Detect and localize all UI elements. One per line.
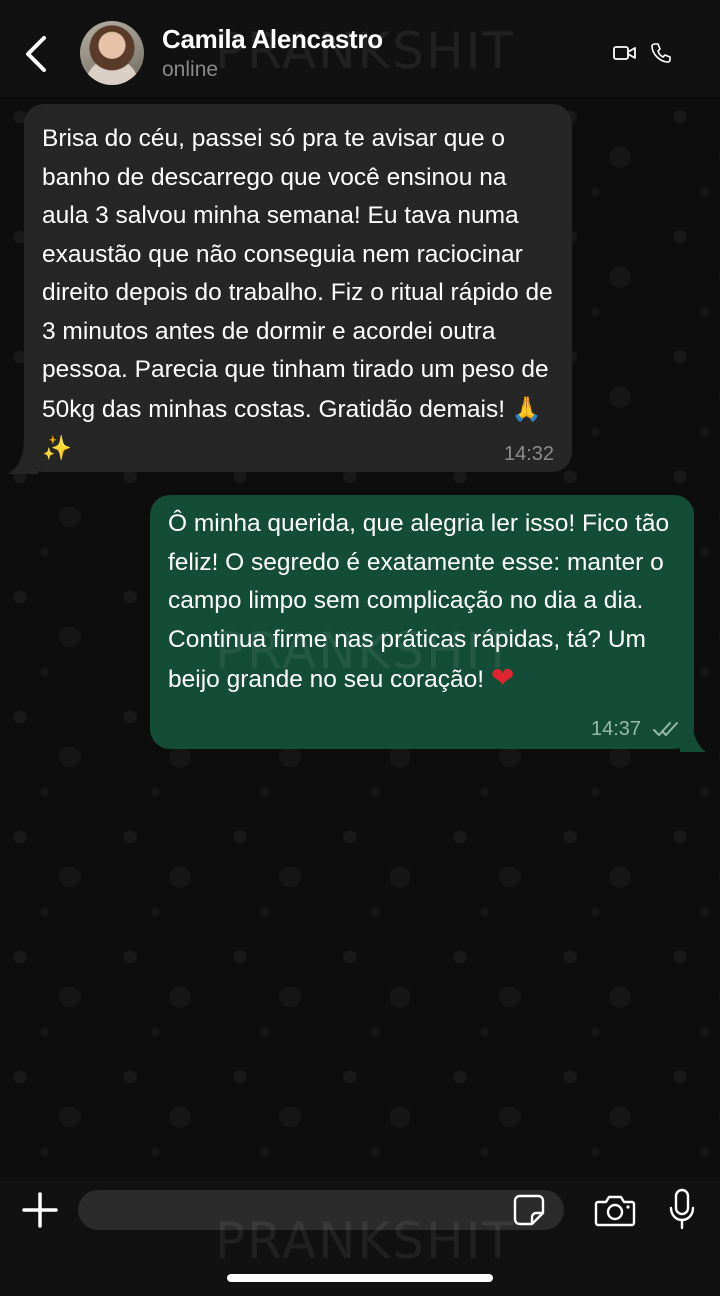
home-indicator (227, 1274, 493, 1282)
incoming-message-bubble[interactable]: Brisa do céu, passei só pra te avisar qu… (24, 104, 572, 472)
message-text: Brisa do céu, passei só pra te avisar qu… (42, 125, 553, 423)
microphone-icon[interactable] (668, 1188, 696, 1230)
watermark-text: PRANKSHIT (215, 22, 515, 80)
sticker-icon[interactable] (512, 1193, 546, 1227)
watermark-text: PRANKSHIT (215, 622, 515, 680)
double-check-read-icon (653, 722, 678, 736)
video-camera-icon[interactable] (613, 44, 637, 62)
watermark-text: PRANKSHIT (215, 1212, 515, 1270)
contact-status: online (162, 58, 219, 81)
camera-icon[interactable] (594, 1193, 636, 1227)
message-time: 14:32 (504, 443, 555, 465)
phone-icon[interactable] (650, 42, 672, 64)
avatar[interactable] (80, 21, 144, 85)
plus-icon[interactable] (21, 1191, 59, 1229)
message-time: 14:37 (591, 718, 642, 740)
chevron-left-icon[interactable] (22, 34, 52, 74)
